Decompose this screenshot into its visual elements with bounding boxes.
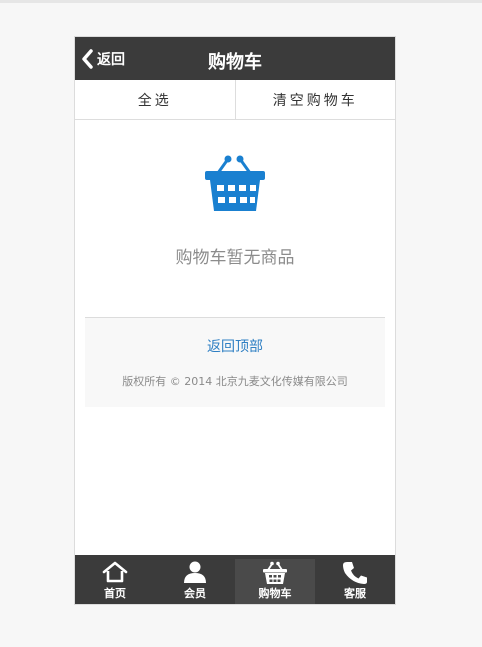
- copyright-text: 版权所有 © 2014 北京九麦文化传媒有限公司: [122, 375, 348, 388]
- back-to-top-link[interactable]: 返回顶部: [85, 336, 385, 356]
- tab-home[interactable]: 首页: [75, 555, 155, 604]
- tab-service-label: 客服: [344, 587, 366, 600]
- tab-cart-label: 购物车: [258, 587, 292, 600]
- basket-icon: [263, 561, 287, 584]
- cart-actions: 全选 清空购物车: [75, 80, 395, 120]
- phone-icon: [343, 562, 367, 584]
- select-all-button[interactable]: 全选: [75, 80, 235, 119]
- page-footer: 返回顶部 版权所有 © 2014 北京九麦文化传媒有限公司: [85, 317, 385, 407]
- user-icon: [184, 561, 206, 583]
- empty-cart-message: 购物车暂无商品: [175, 248, 295, 268]
- home-icon: [102, 561, 128, 583]
- bottom-tabbar: 首页 会员 购物车 客服: [75, 555, 395, 604]
- tab-member-label: 会员: [184, 587, 206, 600]
- clear-cart-button[interactable]: 清空购物车: [234, 80, 396, 119]
- mobile-page: 返回 购物车 全选 清空购物车 购物车暂无商品 返回顶部 版权所有 © 2014…: [74, 36, 396, 605]
- page-title: 购物车: [208, 52, 262, 73]
- tab-cart[interactable]: 购物车: [235, 559, 315, 604]
- top-header: 返回 购物车: [75, 37, 395, 80]
- browser-top-border: [0, 0, 482, 3]
- tab-home-label: 首页: [104, 587, 126, 600]
- basket-icon: [205, 155, 265, 211]
- tab-member[interactable]: 会员: [155, 555, 235, 604]
- tab-service[interactable]: 客服: [315, 555, 395, 604]
